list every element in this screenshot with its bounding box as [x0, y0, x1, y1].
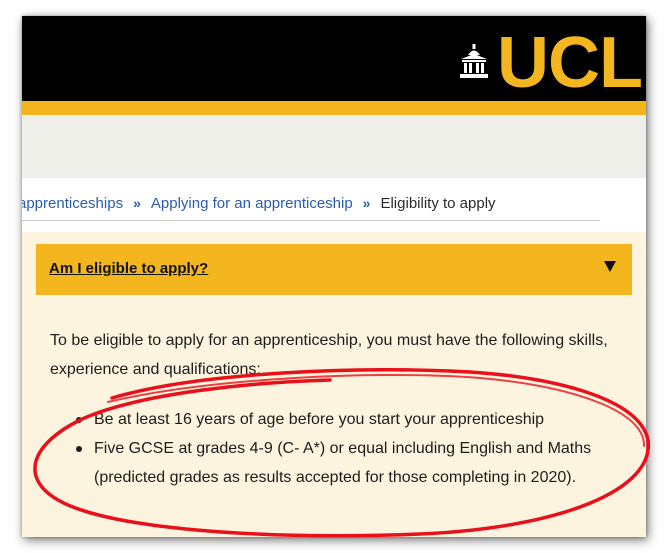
- portico-building-icon: [460, 44, 489, 78]
- breadcrumb-separator: »: [362, 195, 371, 211]
- eligibility-list: Be at least 16 years of age before you s…: [68, 405, 628, 492]
- list-item: Five GCSE at grades 4-9 (C- A*) or equal…: [68, 434, 628, 492]
- breadcrumb: apprenticeships » Applying for an apprenti…: [22, 178, 646, 232]
- breadcrumb-link-applying[interactable]: Applying for an apprenticeship: [151, 195, 353, 212]
- main-content: Am I eligible to apply? To be eligible t…: [22, 232, 646, 537]
- eligibility-intro: To be eligible to apply for an apprentic…: [50, 332, 608, 378]
- accordion-title[interactable]: Am I eligible to apply?: [49, 260, 208, 277]
- navigation-bar: [22, 115, 646, 178]
- caret-down-icon[interactable]: [604, 261, 616, 272]
- ucl-logo[interactable]: UCL: [459, 23, 643, 103]
- site-header: UCL: [22, 16, 646, 101]
- list-item: Be at least 16 years of age before you s…: [68, 405, 628, 434]
- bullet-icon: [76, 446, 82, 452]
- logo-text: UCL: [497, 23, 643, 103]
- breadcrumb-divider: [22, 220, 600, 221]
- list-item-text: Be at least 16 years of age before you s…: [94, 411, 545, 428]
- screenshot-frame: UCL apprenticeships » Applying for an appr…: [22, 16, 646, 537]
- brand-stripe: [22, 101, 646, 115]
- breadcrumb-separator: »: [133, 195, 141, 211]
- bullet-icon: [76, 417, 82, 423]
- list-item-text: Five GCSE at grades 4-9 (C- A*) or equal…: [94, 440, 592, 486]
- breadcrumb-link-apprenticeships[interactable]: apprenticeships: [22, 195, 123, 212]
- accordion-header[interactable]: Am I eligible to apply?: [36, 244, 632, 295]
- breadcrumb-current: Eligibility to apply: [380, 195, 496, 212]
